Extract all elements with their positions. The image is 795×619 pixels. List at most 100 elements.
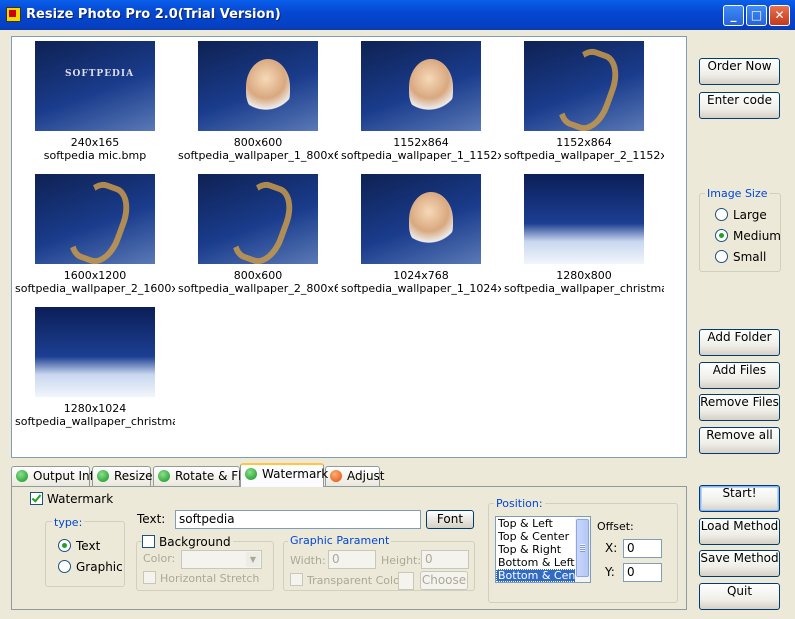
thumbnail-image [361,174,481,264]
color-label: Color: [143,552,176,565]
minimize-button[interactable]: _ [723,5,744,26]
thumbnail-dimensions: 1280x1024 [63,402,127,415]
thumbnail-image [361,41,481,131]
green-ball-icon [16,470,28,482]
thumbnail-item[interactable]: 800x600 softpedia_wallpaper_1_800x60... [178,41,338,162]
green-ball-icon [97,470,109,482]
thumbnail-image [198,174,318,264]
add-files-button[interactable]: Add Files [699,362,780,389]
tab-output-info[interactable]: Output Info [11,466,101,486]
image-size-large-radio[interactable]: Large [715,208,767,222]
checkbox-icon [290,573,303,586]
thumbnail-filename: softpedia_wallpaper_1_1024x7... [341,282,501,295]
list-item[interactable]: Top & Right [496,543,576,556]
type-text-radio[interactable]: Text [58,539,100,553]
thumbnail-dimensions: 1152x864 [393,136,449,149]
radio-selected-icon [58,539,71,552]
enter-code-button[interactable]: Enter code [699,92,780,119]
thumbnail-dimensions: 1024x768 [393,269,449,282]
thumbnail-item[interactable]: 1280x800 softpedia_wallpaper_christmas..… [504,174,664,295]
offset-y-label: Y: [605,565,615,579]
background-checkbox[interactable]: Background [142,535,233,549]
image-size-title: Image Size [705,187,770,200]
radio-selected-icon [715,229,728,242]
thumbnail-filename: softpedia_wallpaper_2_1600x1... [15,282,175,295]
image-size-medium-radio[interactable]: Medium [715,229,781,243]
order-now-button[interactable]: Order Now [699,58,780,85]
height-input[interactable]: 0 [421,550,469,569]
thumbnail-filename: softpedia_wallpaper_1_1152x8... [341,149,501,162]
checkbox-icon [143,571,156,584]
thumbnail-image [35,174,155,264]
offset-y-input[interactable]: 0 [623,563,662,582]
thumbnail-filename: softpedia_wallpaper_1_800x60... [178,149,338,162]
start-button[interactable]: Start! [699,485,780,512]
thumbnail-item[interactable]: 1152x864 softpedia_wallpaper_1_1152x8... [341,41,501,162]
list-item[interactable]: Bottom & Left [496,556,576,569]
thumbnail-dimensions: 1600x1200 [63,269,127,282]
thumbnail-dimensions: 1280x800 [556,269,612,282]
chevron-down-icon: ▼ [246,552,260,567]
transparent-color-checkbox[interactable]: Transparent Color [290,573,404,587]
position-listbox[interactable]: Top & Left Top & Center Top & Right Bott… [495,516,591,583]
thumbnail-filename: softpedia_wallpaper_christmas... [504,282,664,295]
window-title: Resize Photo Pro 2.0(Trial Version) [26,7,281,22]
quit-button[interactable]: Quit [699,583,780,610]
tab-watermark[interactable]: Watermark [240,463,328,487]
color-select[interactable]: ▼ [181,550,262,569]
offset-x-input[interactable]: 0 [623,539,662,558]
tab-adjust[interactable]: Adjust [325,466,385,486]
checkbox-checked-icon [30,492,43,505]
thumbnail-image [35,307,155,397]
thumbnail-item[interactable]: 1600x1200 softpedia_wallpaper_2_1600x1..… [15,174,175,295]
orange-ball-icon [330,470,342,482]
list-item-selected[interactable]: Bottom & Center [496,569,576,582]
horizontal-stretch-checkbox[interactable]: Horizontal Stretch [143,571,259,585]
graphic-parament-title: Graphic Parament [288,534,392,547]
save-method-button[interactable]: Save Method [699,550,780,577]
radio-icon [715,250,728,263]
watermark-text-input[interactable]: softpedia [175,510,421,529]
list-item[interactable]: Top & Center [496,530,576,543]
list-item[interactable]: Top & Left [496,517,576,530]
position-title: Position: [494,497,545,510]
thumbnail-item[interactable]: 240x165 softpedia mic.bmp [15,41,175,162]
thumbnail-filename: softpedia mic.bmp [43,149,147,162]
font-button[interactable]: Font [426,510,474,529]
height-label: Height: [381,554,422,567]
title-bar: Resize Photo Pro 2.0(Trial Version) _ □ … [0,0,795,30]
thumbnail-dimensions: 800x600 [233,136,283,149]
choose-button[interactable]: Choose [420,571,468,590]
thumbnail-filename: softpedia_wallpaper_christmas... [15,415,175,428]
transparent-color-swatch [398,572,414,590]
add-folder-button[interactable]: Add Folder [699,329,780,356]
maximize-button[interactable]: □ [746,5,767,26]
remove-files-button[interactable]: Remove Files [699,394,780,421]
tab-resize[interactable]: Resize [92,466,152,486]
type-group [45,521,125,587]
thumbnail-pane[interactable]: 240x165 softpedia mic.bmp 800x600 softpe… [11,36,687,458]
thumbnail-item[interactable]: 1024x768 softpedia_wallpaper_1_1024x7... [341,174,501,295]
radio-icon [715,208,728,221]
green-ball-icon [158,470,170,482]
thumbnail-item[interactable]: 1280x1024 softpedia_wallpaper_christmas.… [15,307,175,428]
watermark-checkbox[interactable]: Watermark [30,492,113,506]
thumbnail-filename: softpedia_wallpaper_2_800x60... [178,282,338,295]
thumbnail-dimensions: 1152x864 [556,136,612,149]
green-ball-icon [245,468,257,480]
thumbnail-item[interactable]: 1152x864 softpedia_wallpaper_2_1152x8... [504,41,664,162]
thumbnail-item[interactable]: 800x600 softpedia_wallpaper_2_800x60... [178,174,338,295]
tab-rotate-flip[interactable]: Rotate & Flip [153,466,252,486]
thumbnail-dimensions: 240x165 [70,136,120,149]
scrollbar-thumb[interactable] [576,519,589,577]
image-size-small-radio[interactable]: Small [715,250,766,264]
width-input[interactable]: 0 [328,550,376,569]
close-button[interactable]: ✕ [769,5,790,26]
thumbnail-dimensions: 800x600 [233,269,283,282]
load-method-button[interactable]: Load Method [699,518,780,545]
app-icon [6,7,21,22]
remove-all-button[interactable]: Remove all [699,427,780,454]
list-scrollbar[interactable] [575,517,590,582]
type-graphic-radio[interactable]: Graphic [58,560,123,574]
width-label: Width: [290,554,326,567]
